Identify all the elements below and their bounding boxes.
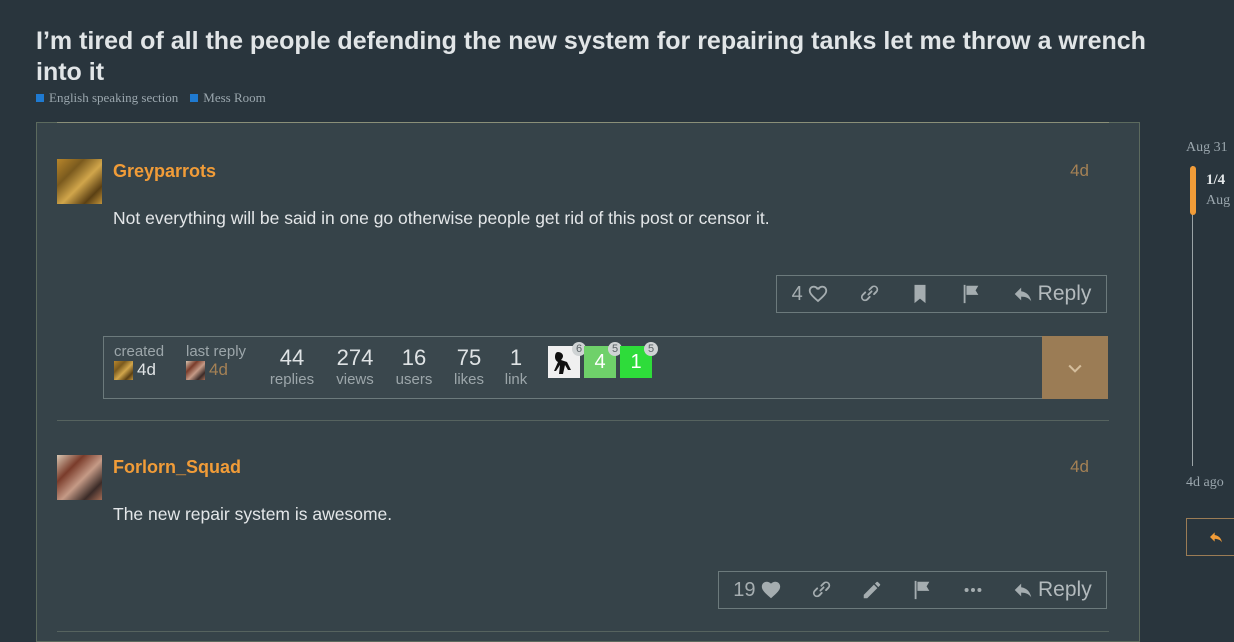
post-body: The new repair system is awesome.	[113, 504, 393, 524]
users-count: 16	[401, 345, 427, 370]
timeline-end-date[interactable]: 4d ago	[1186, 475, 1224, 491]
like-count: 4	[791, 282, 803, 305]
bookmark-icon	[914, 284, 926, 304]
reply-button[interactable]: Reply	[1012, 282, 1092, 306]
avatar[interactable]	[57, 159, 102, 204]
reply-label: Reply	[1037, 282, 1092, 305]
replies-count: 44	[279, 345, 305, 370]
links-stat[interactable]: 1 link	[502, 345, 530, 388]
participant-post-count: 5	[644, 342, 658, 356]
last-reply-value: 4d	[209, 360, 228, 379]
heart-outline-icon	[808, 285, 827, 303]
reply-label: Reply	[1038, 578, 1092, 601]
topic-map: created 4d last reply 4d 44 replies 274 …	[103, 336, 1108, 399]
category-english-speaking-section[interactable]: English speaking section	[36, 90, 178, 106]
participant-avatar[interactable]: 6	[548, 342, 586, 378]
post-stream: Greyparrots 4d Not everything will be sa…	[36, 122, 1140, 642]
reply-button[interactable]: Reply	[1012, 578, 1092, 602]
created-info[interactable]: created 4d	[114, 343, 164, 380]
participant-avatar[interactable]: 4 5	[584, 342, 622, 378]
copy-link-button[interactable]	[810, 579, 832, 601]
post-date[interactable]: 4d	[1070, 457, 1089, 477]
link-icon	[812, 581, 831, 598]
post-2: Forlorn_Squad 4d The new repair system i…	[57, 455, 1109, 635]
flag-icon	[914, 580, 930, 600]
avatar	[114, 360, 133, 380]
edit-button[interactable]	[861, 579, 883, 601]
expand-topic-map-button[interactable]	[1042, 336, 1108, 399]
post-actions: 4 Reply	[776, 275, 1107, 313]
avatar	[186, 360, 205, 380]
participant-letter: 4	[594, 351, 606, 373]
category-mess-room[interactable]: Mess Room	[190, 90, 266, 106]
post-body: Not everything will be said in one go ot…	[113, 208, 770, 228]
last-reply-info[interactable]: last reply 4d	[186, 343, 246, 380]
links-label: link	[504, 371, 528, 388]
category-color-swatch	[36, 94, 44, 102]
post-1: Greyparrots 4d Not everything will be sa…	[57, 159, 1109, 339]
post-divider	[57, 631, 1109, 632]
users-label: users	[395, 371, 433, 388]
reply-arrow-icon	[1014, 583, 1032, 598]
likes-label: likes	[453, 371, 484, 388]
likes-stat: 75 likes	[449, 345, 489, 388]
chevron-down-icon	[1068, 364, 1082, 373]
category-label[interactable]: English speaking section	[49, 90, 178, 106]
ellipsis-icon	[964, 587, 981, 593]
reply-arrow-icon	[1014, 287, 1031, 302]
like-button[interactable]: 4	[792, 283, 829, 306]
participant-avatar[interactable]: 1 5	[620, 342, 658, 378]
avatar[interactable]	[57, 455, 102, 500]
replies-stat: 44 replies	[268, 345, 316, 388]
heart-icon	[761, 581, 780, 599]
flag-icon	[964, 284, 979, 304]
like-count: 19	[733, 578, 756, 601]
views-count: 274	[336, 345, 374, 370]
timeline-reply-button[interactable]	[1186, 518, 1234, 556]
timeline-start-date[interactable]: Aug 31	[1186, 140, 1228, 156]
post-date[interactable]: 4d	[1070, 161, 1089, 181]
post-username[interactable]: Greyparrots	[113, 161, 216, 182]
more-options-button[interactable]	[962, 579, 984, 601]
post-divider	[57, 420, 1109, 421]
views-label: views	[336, 371, 374, 388]
likes-count: 75	[456, 345, 482, 370]
reply-arrow-icon	[1210, 532, 1222, 543]
bookmark-button[interactable]	[909, 283, 931, 305]
post-username[interactable]: Forlorn_Squad	[113, 457, 241, 478]
timeline-scroll-handle[interactable]	[1190, 166, 1196, 215]
last-reply-label: last reply	[186, 343, 247, 360]
created-label: created	[114, 343, 165, 360]
topic-title[interactable]: I’m tired of all the people defending th…	[36, 26, 1146, 88]
timeline-position-date: Aug	[1206, 193, 1231, 208]
views-stat: 274 views	[332, 345, 378, 388]
created-value: 4d	[137, 360, 156, 379]
category-label[interactable]: Mess Room	[203, 90, 265, 106]
category-breadcrumb: English speaking section Mess Room	[36, 90, 266, 106]
timeline-position: 1/4	[1206, 172, 1226, 188]
replies-label: replies	[269, 371, 315, 388]
like-button[interactable]: 19	[733, 579, 781, 602]
links-count: 1	[509, 345, 523, 370]
flag-button[interactable]	[911, 579, 933, 601]
topic-top-divider	[57, 122, 1109, 123]
link-icon	[860, 285, 879, 302]
users-stat: 16 users	[393, 345, 435, 388]
post-actions: 19 Reply	[718, 571, 1107, 609]
copy-link-button[interactable]	[858, 283, 880, 305]
participant-letter: 1	[630, 351, 642, 373]
flag-button[interactable]	[960, 283, 982, 305]
pencil-icon	[863, 581, 880, 599]
category-color-swatch	[190, 94, 199, 102]
